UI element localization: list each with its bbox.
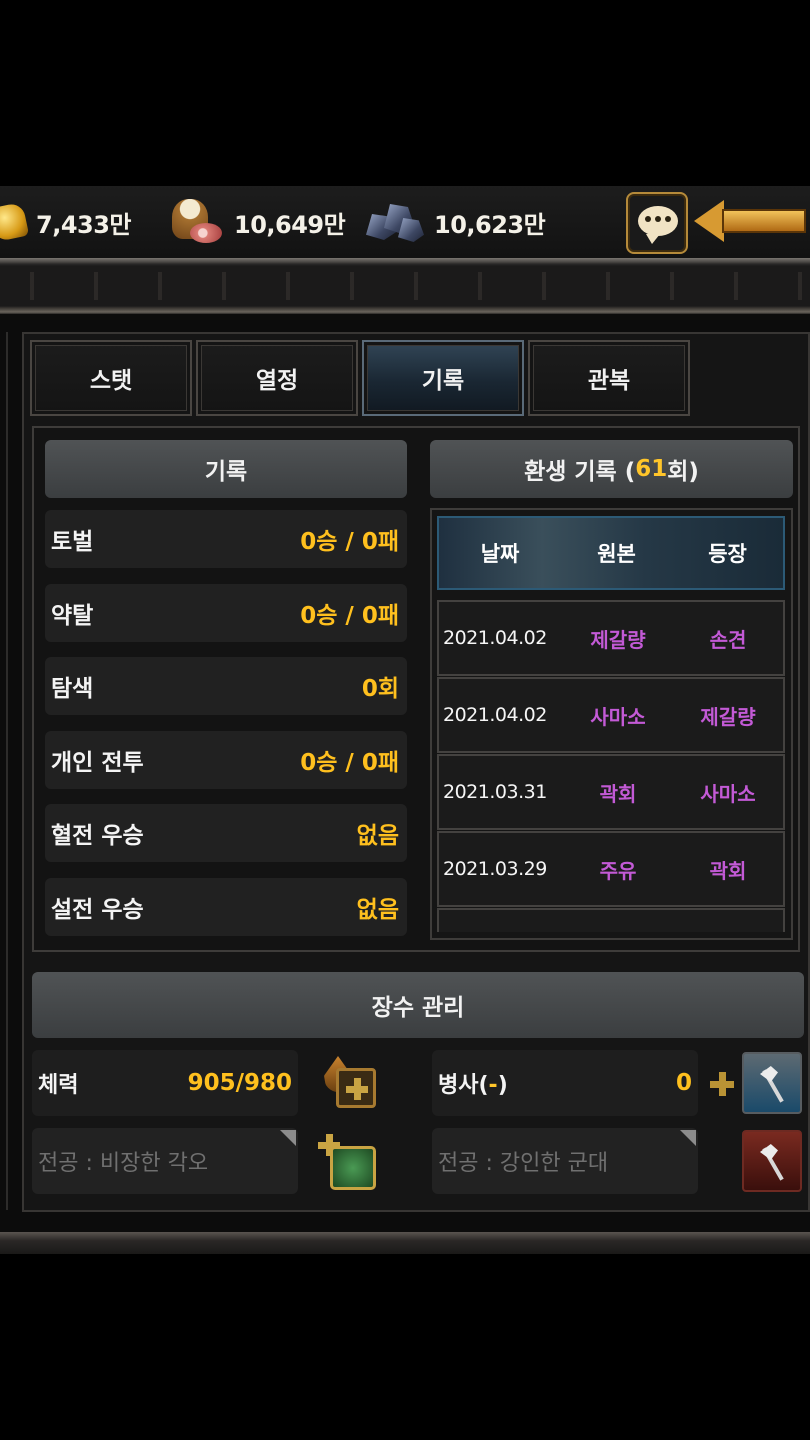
food-icon	[168, 197, 224, 247]
rebirth-row-partial	[437, 908, 785, 932]
arrow-left-icon	[694, 200, 810, 242]
troop-label: 병사(-)	[438, 1073, 508, 1098]
col-original: 원본	[597, 542, 636, 566]
troop-value: 0	[675, 1070, 692, 1096]
stat-label: 탐색	[51, 676, 94, 702]
skill-slot-right[interactable]: 전공 : 강인한 군대	[432, 1128, 698, 1194]
axe-icon[interactable]	[742, 1052, 802, 1114]
rebirth-table-header: 날짜 원본 등장	[437, 516, 785, 590]
hp-row: 체력 905/980	[32, 1050, 298, 1116]
rebirth-row: 2021.04.02 제갈량 손견	[437, 600, 785, 676]
rebirth-count: 61	[635, 456, 668, 482]
potion-plus-icon[interactable]	[322, 1054, 380, 1112]
gold-value: 7,433만	[36, 210, 132, 239]
tab-passion[interactable]: 열정	[196, 340, 358, 416]
resource-iron: 10,623만	[366, 186, 546, 258]
col-date: 날짜	[480, 542, 520, 566]
stat-label: 혈전 우승	[51, 823, 144, 849]
stat-row: 개인 전투 0승 / 0패	[45, 731, 407, 789]
stat-label: 토벌	[51, 529, 94, 555]
stat-label: 개인 전투	[51, 750, 144, 776]
resource-gold: 7,433만	[0, 186, 132, 258]
food-value: 10,649만	[234, 210, 346, 239]
records-header: 기록	[45, 440, 407, 498]
management-header: 장수 관리	[32, 972, 804, 1038]
troop-row: 병사(-) 0	[432, 1050, 698, 1116]
bottom-frame	[0, 1232, 810, 1254]
stat-row: 약탈 0승 / 0패	[45, 584, 407, 642]
plus-icon[interactable]	[710, 1072, 734, 1096]
left-frame	[0, 332, 8, 1210]
rebirth-row: 2021.03.29 주유 곽회	[437, 831, 785, 907]
stat-label: 설전 우승	[51, 897, 144, 923]
iron-value: 10,623만	[434, 210, 546, 239]
chat-button[interactable]	[626, 192, 688, 254]
iron-icon	[366, 200, 424, 244]
rebirth-row: 2021.03.31 곽회 사마소	[437, 754, 785, 830]
stat-value: 0승 / 0패	[300, 603, 399, 629]
stat-value: 0승 / 0패	[300, 529, 399, 555]
axe-red-icon[interactable]	[742, 1130, 802, 1192]
ornament-divider	[0, 258, 810, 314]
stat-row: 혈전 우승 없음	[45, 804, 407, 862]
tab-robe[interactable]: 관복	[528, 340, 690, 416]
skill-plus-icon[interactable]	[318, 1134, 380, 1194]
hp-label: 체력	[38, 1073, 79, 1098]
skill-slot-left[interactable]: 전공 : 비장한 각오	[32, 1128, 298, 1194]
resource-bar: 7,433만 10,649만 10,623만	[0, 186, 810, 258]
tab-stats[interactable]: 스탯	[30, 340, 192, 416]
stat-value: 0회	[361, 676, 399, 702]
rebirth-row: 2021.04.02 사마소 제갈량	[437, 677, 785, 753]
stat-value: 없음	[356, 823, 399, 849]
stat-row: 탐색 0회	[45, 657, 407, 715]
resource-food: 10,649만	[168, 186, 346, 258]
stat-label: 약탈	[51, 603, 94, 629]
stat-row: 토벌 0승 / 0패	[45, 510, 407, 568]
rebirth-header: 환생 기록 (61 회)	[430, 440, 793, 498]
stat-value: 0승 / 0패	[300, 750, 399, 776]
tab-records[interactable]: 기록	[362, 340, 524, 416]
stat-value: 없음	[356, 897, 399, 923]
hp-value: 905/980	[187, 1070, 292, 1096]
gold-icon	[0, 201, 30, 243]
stat-row: 설전 우승 없음	[45, 878, 407, 936]
col-appeared: 등장	[708, 542, 747, 566]
